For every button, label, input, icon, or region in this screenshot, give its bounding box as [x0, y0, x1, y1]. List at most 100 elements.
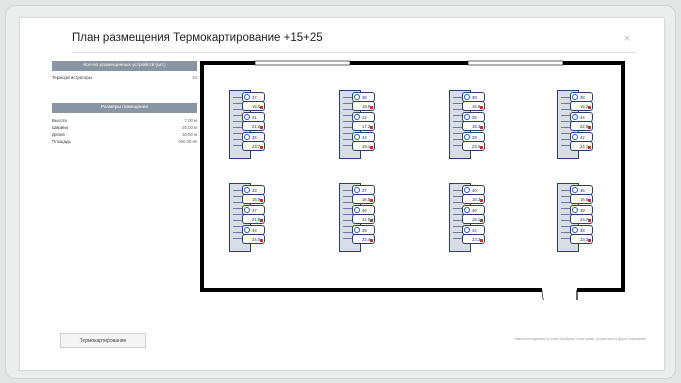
- temperature-value: 23.3: [472, 237, 481, 242]
- sensor-icon: [354, 134, 360, 140]
- temperature-reading[interactable]: 21.9: [242, 214, 265, 224]
- signal-icon: [588, 219, 591, 222]
- temperature-reading[interactable]: 15.9: [242, 194, 265, 204]
- sensor-icon: [464, 227, 470, 233]
- sensor-number: 37: [252, 95, 257, 100]
- sensor-number: 42: [580, 135, 585, 140]
- signal-icon: [588, 146, 591, 149]
- sensor-icon: [464, 207, 470, 213]
- sensor-icon: [572, 114, 578, 120]
- sensor-icon: [464, 114, 470, 120]
- room-row-height: Высота 7.00 м: [52, 117, 197, 124]
- sensor-icon: [354, 227, 360, 233]
- sensor-number: 37: [252, 208, 257, 213]
- temperature-reading[interactable]: 15.9: [462, 101, 485, 111]
- temperature-reading[interactable]: 16.5: [352, 194, 375, 204]
- sensor-icon: [244, 187, 250, 193]
- temperature-value: 24.0: [252, 237, 261, 242]
- room-row-label: Длина: [52, 132, 65, 137]
- devices-header: Кол-во размещенных устройств (шт.): [52, 61, 197, 71]
- sensor-number: 45: [362, 208, 367, 213]
- temperature-value: 23.7: [252, 144, 261, 149]
- temperature-reading[interactable]: 24.1: [570, 141, 593, 151]
- door-gap: [542, 288, 577, 293]
- window-left: [254, 60, 351, 66]
- temperature-reading[interactable]: 24.7: [570, 214, 593, 224]
- temperature-reading[interactable]: 23.4: [352, 234, 375, 244]
- temperature-reading[interactable]: 23.3: [570, 234, 593, 244]
- room-row-length: Длина 30.00 м: [52, 131, 197, 138]
- sensor-icon: [244, 227, 250, 233]
- room-row-label: Площадь: [52, 139, 71, 144]
- signal-icon: [370, 199, 373, 202]
- temperature-value: 16.6: [580, 197, 589, 202]
- sensor-icon: [572, 134, 578, 140]
- signal-icon: [588, 126, 591, 129]
- temperature-value: 24.1: [580, 144, 589, 149]
- temperature-reading[interactable]: 19.1: [352, 141, 375, 151]
- sensor-number: 29: [472, 135, 477, 140]
- temperature-reading[interactable]: 15.4: [462, 121, 485, 131]
- temperature-value: 22.9: [580, 124, 589, 129]
- temperature-reading[interactable]: 18.1: [462, 214, 485, 224]
- sensor-number: 38: [580, 228, 585, 233]
- thermomapping-button[interactable]: Термокартирование: [60, 333, 146, 348]
- sensor-icon: [572, 227, 578, 233]
- sensor-number: 44: [472, 228, 477, 233]
- signal-icon: [480, 199, 483, 202]
- devices-value: 24: [192, 75, 197, 80]
- temperature-value: 19.1: [362, 144, 371, 149]
- room-row-value: 7.00 м: [184, 118, 197, 123]
- room-row-area: Площадь 000.00 м²: [52, 138, 197, 145]
- sensor-number: 43: [252, 188, 257, 193]
- signal-icon: [370, 126, 373, 129]
- signal-icon: [260, 126, 263, 129]
- room-size-header: Размеры помещения: [52, 103, 197, 113]
- signal-icon: [260, 106, 263, 109]
- temperature-reading[interactable]: 23.7: [242, 141, 265, 151]
- signal-icon: [480, 146, 483, 149]
- room-row-value: 25.00 м: [182, 125, 197, 130]
- temperature-reading[interactable]: 23.4: [462, 141, 485, 151]
- temperature-value: 15.9: [252, 197, 261, 202]
- temperature-value: 16.2: [580, 104, 589, 109]
- devices-row: Терморегистраторы 24: [52, 74, 197, 81]
- sensor-icon: [244, 114, 250, 120]
- temperature-value: 23.4: [472, 144, 481, 149]
- temperature-reading[interactable]: 24.0: [242, 234, 265, 244]
- temperature-reading[interactable]: 21.0: [242, 121, 265, 131]
- sensor-icon: [464, 134, 470, 140]
- signal-icon: [480, 126, 483, 129]
- signal-icon: [370, 239, 373, 242]
- temperature-reading[interactable]: 22.9: [570, 121, 593, 131]
- temperature-reading[interactable]: 16.3: [462, 194, 485, 204]
- temperature-reading[interactable]: 16.6: [570, 194, 593, 204]
- room-row-value: 000.00 м²: [178, 139, 197, 144]
- temperature-reading[interactable]: 18.0: [352, 101, 375, 111]
- temperature-value: 18.1: [472, 217, 481, 222]
- signal-icon: [260, 146, 263, 149]
- sensor-number: 26: [472, 115, 477, 120]
- signal-icon: [260, 199, 263, 202]
- temperature-reading[interactable]: 23.3: [462, 234, 485, 244]
- temperature-reading[interactable]: 16.0: [242, 101, 265, 111]
- sensor-icon: [354, 114, 360, 120]
- temperature-reading[interactable]: 22.0: [352, 214, 375, 224]
- signal-icon: [370, 106, 373, 109]
- temperature-value: 15.4: [472, 124, 481, 129]
- temperature-value: 24.7: [580, 217, 589, 222]
- sensor-number: 44: [252, 228, 257, 233]
- signal-icon: [260, 219, 263, 222]
- temperature-reading[interactable]: 16.2: [570, 101, 593, 111]
- signal-icon: [370, 219, 373, 222]
- room-row-value: 30.00 м: [182, 132, 197, 137]
- signal-icon: [260, 239, 263, 242]
- sensor-icon: [244, 207, 250, 213]
- signal-icon: [370, 146, 373, 149]
- sensor-icon: [572, 187, 578, 193]
- temperature-reading[interactable]: 17.2: [352, 121, 375, 131]
- sensor-icon: [572, 94, 578, 100]
- sensor-number: 37: [362, 188, 367, 193]
- temperature-value: 17.2: [362, 124, 371, 129]
- temperature-value: 23.4: [362, 237, 371, 242]
